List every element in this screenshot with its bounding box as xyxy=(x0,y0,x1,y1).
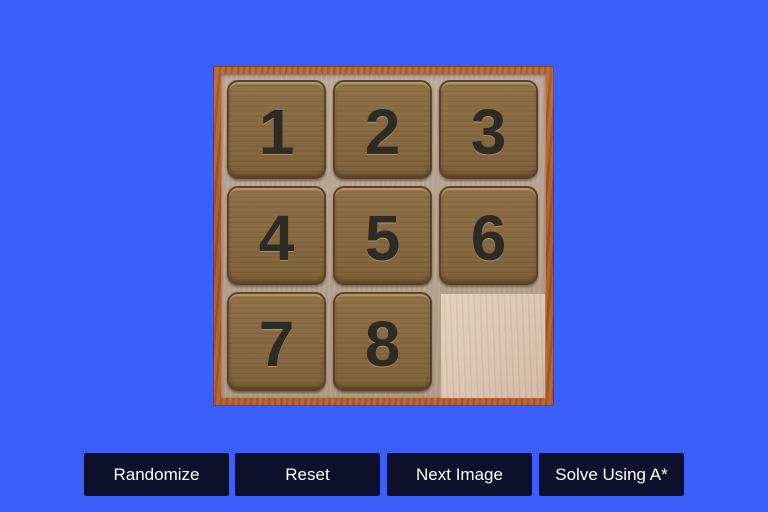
tile-number: 2 xyxy=(364,95,401,168)
puzzle-tile-8[interactable]: 8 xyxy=(333,292,432,391)
puzzle-tile-6[interactable]: 6 xyxy=(439,186,538,285)
tile-number: 7 xyxy=(258,307,295,380)
empty-slot xyxy=(441,294,545,398)
tile-number: 6 xyxy=(470,201,507,274)
next-image-button[interactable]: Next Image xyxy=(387,453,532,496)
puzzle-tile-1[interactable]: 1 xyxy=(227,80,326,179)
app-root: 1 2 3 4 5 6 7 8 Randomize Reset Next Ima… xyxy=(0,0,768,512)
solve-astar-button[interactable]: Solve Using A* xyxy=(539,453,684,496)
puzzle-board: 1 2 3 4 5 6 7 8 xyxy=(213,66,554,406)
puzzle-tile-4[interactable]: 4 xyxy=(227,186,326,285)
puzzle-tile-5[interactable]: 5 xyxy=(333,186,432,285)
tile-number: 4 xyxy=(258,201,295,274)
puzzle-tile-3[interactable]: 3 xyxy=(439,80,538,179)
puzzle-tile-7[interactable]: 7 xyxy=(227,292,326,391)
puzzle-tile-2[interactable]: 2 xyxy=(333,80,432,179)
tile-number: 8 xyxy=(364,307,401,380)
reset-button[interactable]: Reset xyxy=(235,453,380,496)
control-bar: Randomize Reset Next Image Solve Using A… xyxy=(84,453,684,496)
randomize-button[interactable]: Randomize xyxy=(84,453,229,496)
puzzle-grid: 1 2 3 4 5 6 7 8 xyxy=(221,74,546,398)
tile-number: 3 xyxy=(470,95,507,168)
tile-number: 5 xyxy=(364,201,401,274)
tile-number: 1 xyxy=(258,95,295,168)
